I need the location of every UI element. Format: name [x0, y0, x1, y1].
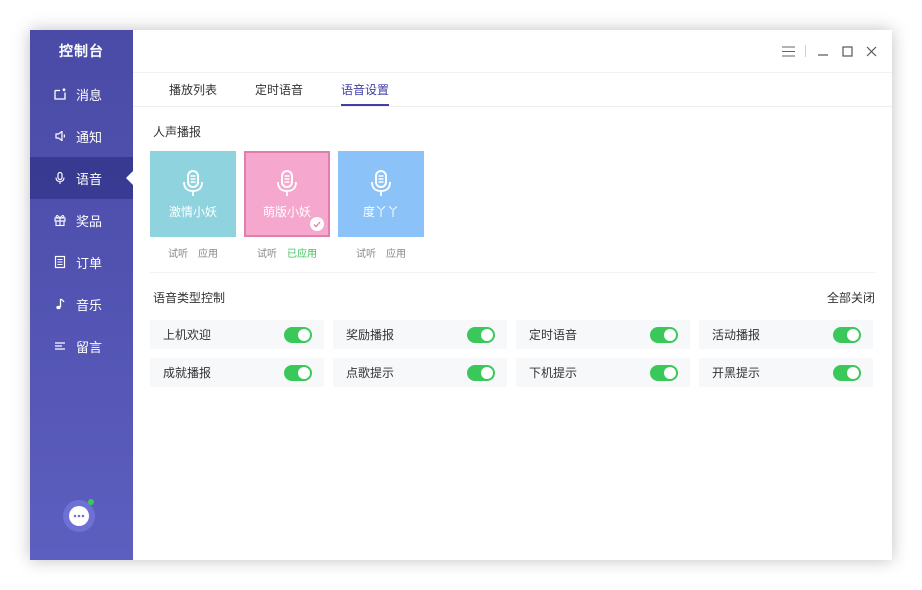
close-all-button[interactable]: 全部关闭	[827, 289, 875, 306]
voice-item: 度丫丫 试听 应用	[338, 151, 424, 267]
voice-name: 度丫丫	[362, 204, 399, 219]
sidebar-item-voice[interactable]: 语音	[30, 157, 133, 199]
voice-list: 激情小妖 试听 应用 萌版小妖 试听 已应用 度丫丫 试听 应用	[150, 151, 432, 267]
check-icon	[310, 217, 324, 231]
voice-section-title: 人声播报	[153, 125, 202, 139]
control-divider	[805, 45, 806, 57]
toggle-switch[interactable]	[650, 364, 678, 381]
sidebar-item-label: 留言	[76, 340, 103, 356]
window-controls	[771, 44, 878, 58]
sidebar-item-message[interactable]: 消息	[30, 73, 133, 115]
music-note-icon	[52, 296, 68, 312]
minimize-icon[interactable]	[816, 44, 830, 58]
brand-title: 控制台	[59, 44, 104, 60]
title-bar	[133, 30, 892, 73]
toggle-switch[interactable]	[833, 326, 861, 343]
voice-card-duyaya[interactable]: 度丫丫	[338, 151, 424, 237]
listen-link[interactable]: 试听	[168, 245, 188, 260]
tab-playlist[interactable]: 播放列表	[169, 73, 217, 106]
toggle-row: 下机提示	[516, 358, 690, 387]
sidebar-item-notice[interactable]: 通知	[30, 115, 133, 157]
toggle-label: 开黑提示	[712, 366, 761, 380]
voice-card-passion[interactable]: 激情小妖	[150, 151, 236, 237]
speaker-icon	[52, 128, 68, 144]
toggle-row: 定时语音	[516, 320, 690, 349]
online-status-dot	[88, 499, 94, 505]
toggle-row: 上机欢迎	[150, 320, 324, 349]
voice-actions: 试听 应用	[338, 237, 424, 267]
sidebar-item-label: 奖品	[76, 214, 103, 230]
toggle-switch[interactable]	[284, 364, 312, 381]
toggle-switch[interactable]	[467, 326, 495, 343]
toggle-grid: 上机欢迎 奖励播报 定时语音 活动播报 成就播报 点歌提示 下机提示 开黑提示	[150, 320, 874, 387]
toggle-row: 奖励播报	[333, 320, 507, 349]
microphone-icon	[183, 169, 203, 196]
sidebar-item-label: 消息	[76, 88, 103, 104]
applied-label: 已应用	[287, 248, 317, 260]
toggle-label: 活动播报	[712, 328, 761, 342]
microphone-icon	[52, 170, 68, 186]
toggle-label: 成就播报	[163, 366, 212, 380]
toggle-label: 下机提示	[529, 366, 578, 380]
toggle-label: 点歌提示	[346, 366, 395, 380]
voice-name: 萌版小妖	[262, 204, 311, 219]
document-icon	[52, 254, 68, 270]
chat-button[interactable]	[63, 499, 95, 532]
listen-link[interactable]: 试听	[257, 245, 277, 260]
tab-timed-voice[interactable]: 定时语音	[255, 73, 303, 106]
toggle-label: 上机欢迎	[163, 328, 212, 342]
toggle-switch[interactable]	[833, 364, 861, 381]
toggle-switch[interactable]	[284, 326, 312, 343]
apply-link[interactable]: 应用	[198, 245, 218, 260]
lines-icon	[52, 338, 68, 354]
main-panel: 播放列表 定时语音 语音设置 人声播报 激情小妖 试听 应用 萌版小妖 试听 已…	[133, 30, 892, 560]
sidebar-item-music[interactable]: 音乐	[30, 283, 133, 325]
sidebar-item-prize[interactable]: 奖品	[30, 199, 133, 241]
toggle-row: 点歌提示	[333, 358, 507, 387]
listen-link[interactable]: 试听	[356, 245, 376, 260]
toggle-switch[interactable]	[650, 326, 678, 343]
toggle-row: 活动播报	[699, 320, 873, 349]
sidebar-item-order[interactable]: 订单	[30, 241, 133, 283]
voice-card-cute[interactable]: 萌版小妖	[244, 151, 330, 237]
sidebar-item-label: 音乐	[76, 298, 103, 314]
apply-link[interactable]: 应用	[386, 245, 406, 260]
chat-bubble-icon	[69, 506, 89, 526]
microphone-icon	[277, 169, 297, 196]
toggle-label: 奖励播报	[346, 328, 395, 342]
voice-item: 萌版小妖 试听 已应用	[244, 151, 330, 267]
toggle-switch[interactable]	[467, 364, 495, 381]
message-icon	[52, 86, 68, 102]
sidebar-item-label: 语音	[76, 172, 103, 188]
voice-actions: 试听 已应用	[244, 237, 330, 267]
gift-icon	[52, 212, 68, 228]
toggle-label: 定时语音	[529, 328, 578, 342]
section-divider	[150, 272, 875, 273]
sidebar-item-comment[interactable]: 留言	[30, 325, 133, 367]
voice-item: 激情小妖 试听 应用	[150, 151, 236, 267]
tab-bar: 播放列表 定时语音 语音设置	[133, 73, 892, 107]
sidebar-item-label: 通知	[76, 130, 103, 146]
voice-name: 激情小妖	[168, 204, 217, 219]
toggle-row: 开黑提示	[699, 358, 873, 387]
menu-icon[interactable]	[781, 44, 795, 58]
sidebar-nav: 消息 通知 语音 奖品 订单 音乐 留言	[30, 73, 133, 367]
type-section-title: 语音类型控制	[153, 291, 226, 305]
app-window: 控制台 消息 通知 语音 奖品 订单 音乐 留言 播放列表 定时语音 语音设置 …	[30, 30, 892, 560]
microphone-icon	[371, 169, 391, 196]
sidebar: 控制台 消息 通知 语音 奖品 订单 音乐 留言	[30, 30, 133, 560]
tab-voice-settings[interactable]: 语音设置	[341, 73, 390, 106]
toggle-row: 成就播报	[150, 358, 324, 387]
voice-actions: 试听 应用	[150, 237, 236, 267]
close-icon[interactable]	[864, 44, 878, 58]
maximize-icon[interactable]	[840, 44, 854, 58]
sidebar-item-label: 订单	[76, 256, 103, 272]
